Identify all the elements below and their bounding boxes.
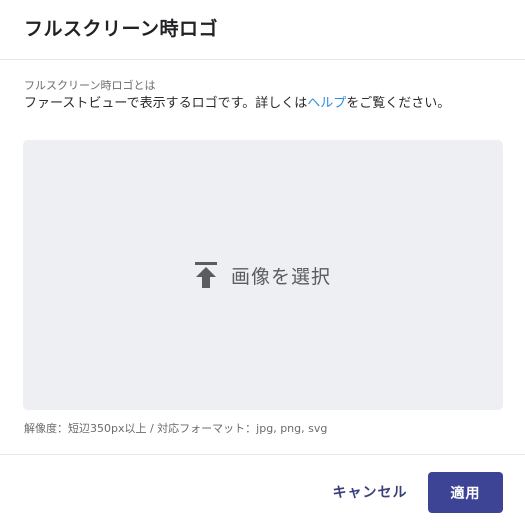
fullscreen-logo-dialog: フルスクリーン時ロゴ フルスクリーン時ロゴとは ファーストビューで表示するロゴで… — [0, 0, 525, 528]
select-image-button[interactable]: 画像を選択 — [194, 262, 331, 289]
select-image-label: 画像を選択 — [230, 265, 331, 288]
info-text: ファーストビューで表示するロゴです。詳しくはヘルプをご覧ください。 — [24, 95, 501, 113]
image-dropzone[interactable]: 画像を選択 — [23, 140, 503, 410]
info-text-before: ファーストビューで表示するロゴです。詳しくは — [24, 96, 308, 111]
info-text-after: をご覧ください。 — [346, 96, 451, 111]
dialog-footer: キャンセル 適用 — [0, 454, 525, 528]
help-link[interactable]: ヘルプ — [307, 96, 346, 111]
dialog-body: フルスクリーン時ロゴとは ファーストビューで表示するロゴです。詳しくはヘルプをご… — [0, 60, 525, 113]
dialog-header: フルスクリーン時ロゴ — [0, 0, 525, 60]
dialog-title: フルスクリーン時ロゴ — [24, 18, 219, 40]
apply-button[interactable]: 適用 — [428, 472, 503, 513]
resolution-note: 解像度：短辺350px以上 / 対応フォーマット：jpg, png, svg — [24, 422, 328, 435]
upload-icon — [194, 262, 217, 288]
info-label: フルスクリーン時ロゴとは — [24, 79, 156, 92]
cancel-button[interactable]: キャンセル — [322, 472, 418, 512]
